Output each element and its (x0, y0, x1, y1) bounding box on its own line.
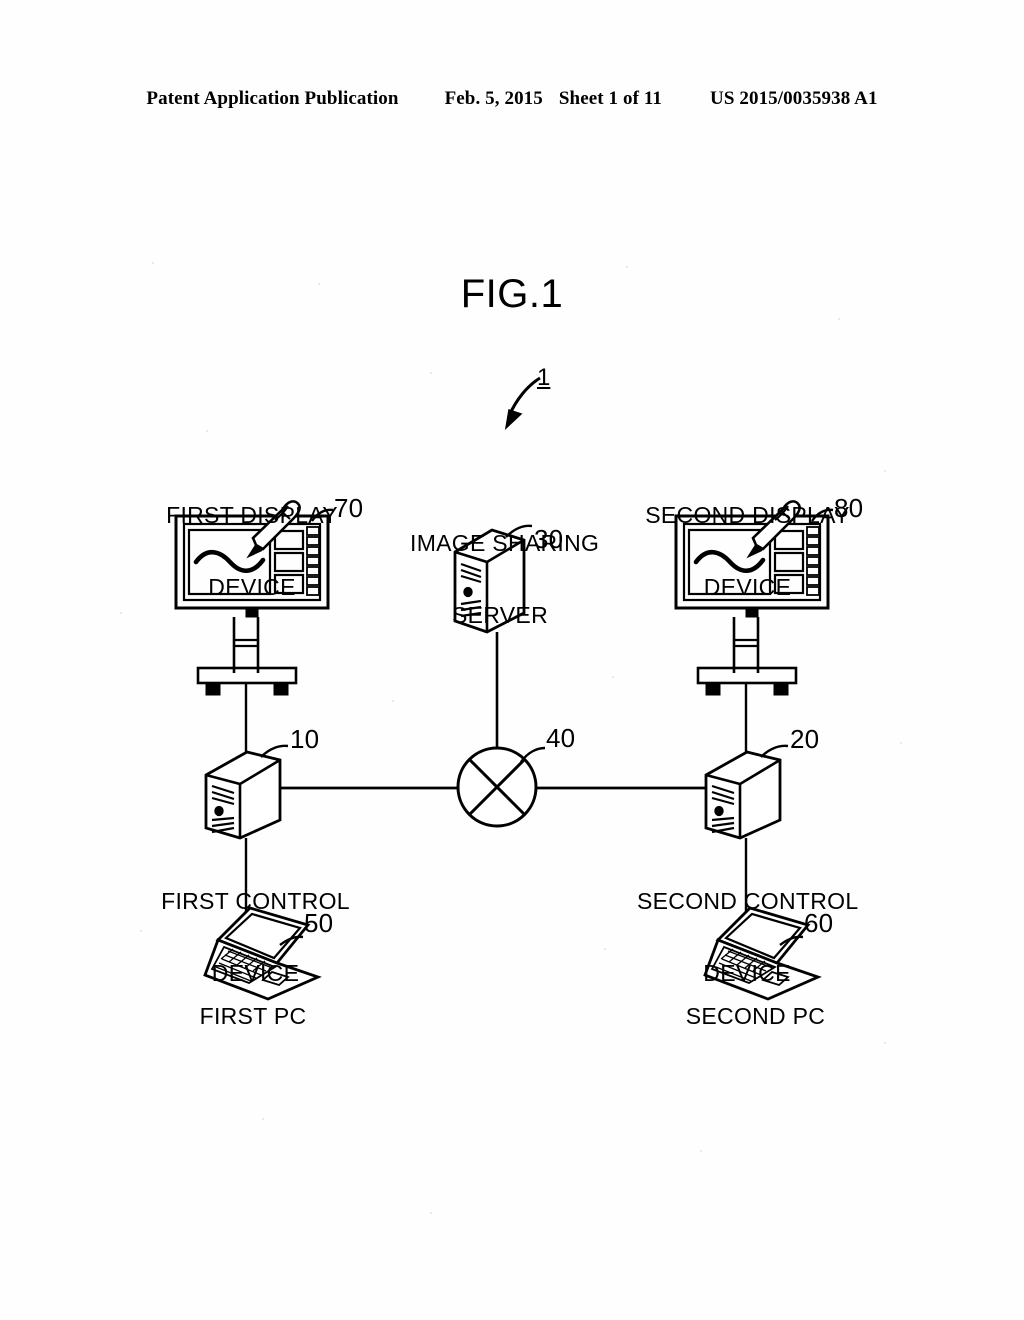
first-pc-ref: 50 (304, 908, 334, 938)
first-display-device-label-line2: DEVICE (208, 573, 296, 600)
network-node-graphic (456, 746, 546, 828)
scan-speckle (262, 1118, 264, 1120)
first-display-device-label-line1: FIRST DISPLAY (166, 501, 338, 528)
scan-speckle (206, 430, 208, 432)
scan-speckle (430, 1212, 432, 1214)
first-control-device-graphic (204, 744, 289, 840)
first-display-device-label: FIRST DISPLAY DEVICE (152, 456, 352, 647)
scan-speckle (318, 283, 320, 285)
network-node-ref: 40 (546, 723, 576, 753)
image-sharing-server-label: IMAGE SHARING SERVER (410, 484, 599, 675)
first-control-device-ref: 10 (290, 724, 320, 754)
image-sharing-server-ref: 30 (534, 524, 564, 554)
first-display-device-ref: 70 (334, 493, 364, 523)
scan-speckle (430, 372, 432, 374)
scan-speckle (626, 266, 628, 268)
scan-speckle (604, 948, 606, 950)
image-sharing-server-label-line2: SERVER (452, 601, 548, 628)
second-display-device-label-line1: SECOND DISPLAY (645, 501, 850, 528)
scan-speckle (392, 700, 394, 702)
patent-page: Patent Application Publication Feb. 5, 2… (0, 0, 1024, 1320)
scan-speckle (884, 1042, 886, 1044)
first-control-device-label-line2: DEVICE (211, 959, 300, 986)
scan-speckle (120, 612, 122, 614)
second-control-device-ref: 20 (790, 724, 820, 754)
scan-speckle (838, 318, 840, 320)
scan-speckle (140, 930, 142, 932)
system-reference-label: 1 (537, 364, 551, 391)
system-lead-arrow (504, 376, 541, 431)
second-control-device-label-line2: DEVICE (703, 959, 791, 986)
scan-speckle (700, 1150, 702, 1152)
second-pc-ref: 60 (804, 908, 834, 938)
first-pc-label: FIRST PC (199, 1003, 307, 1029)
second-display-device-label: SECOND DISPLAY DEVICE (640, 456, 855, 647)
scan-speckle (612, 676, 614, 678)
second-display-device-label-line2: DEVICE (703, 573, 792, 600)
scan-speckle (900, 742, 902, 744)
second-control-device-graphic (704, 744, 789, 840)
scan-speckle (152, 262, 154, 264)
scan-speckle (884, 470, 886, 472)
second-display-device-ref: 80 (834, 493, 864, 523)
second-pc-label: SECOND PC (685, 1003, 826, 1029)
